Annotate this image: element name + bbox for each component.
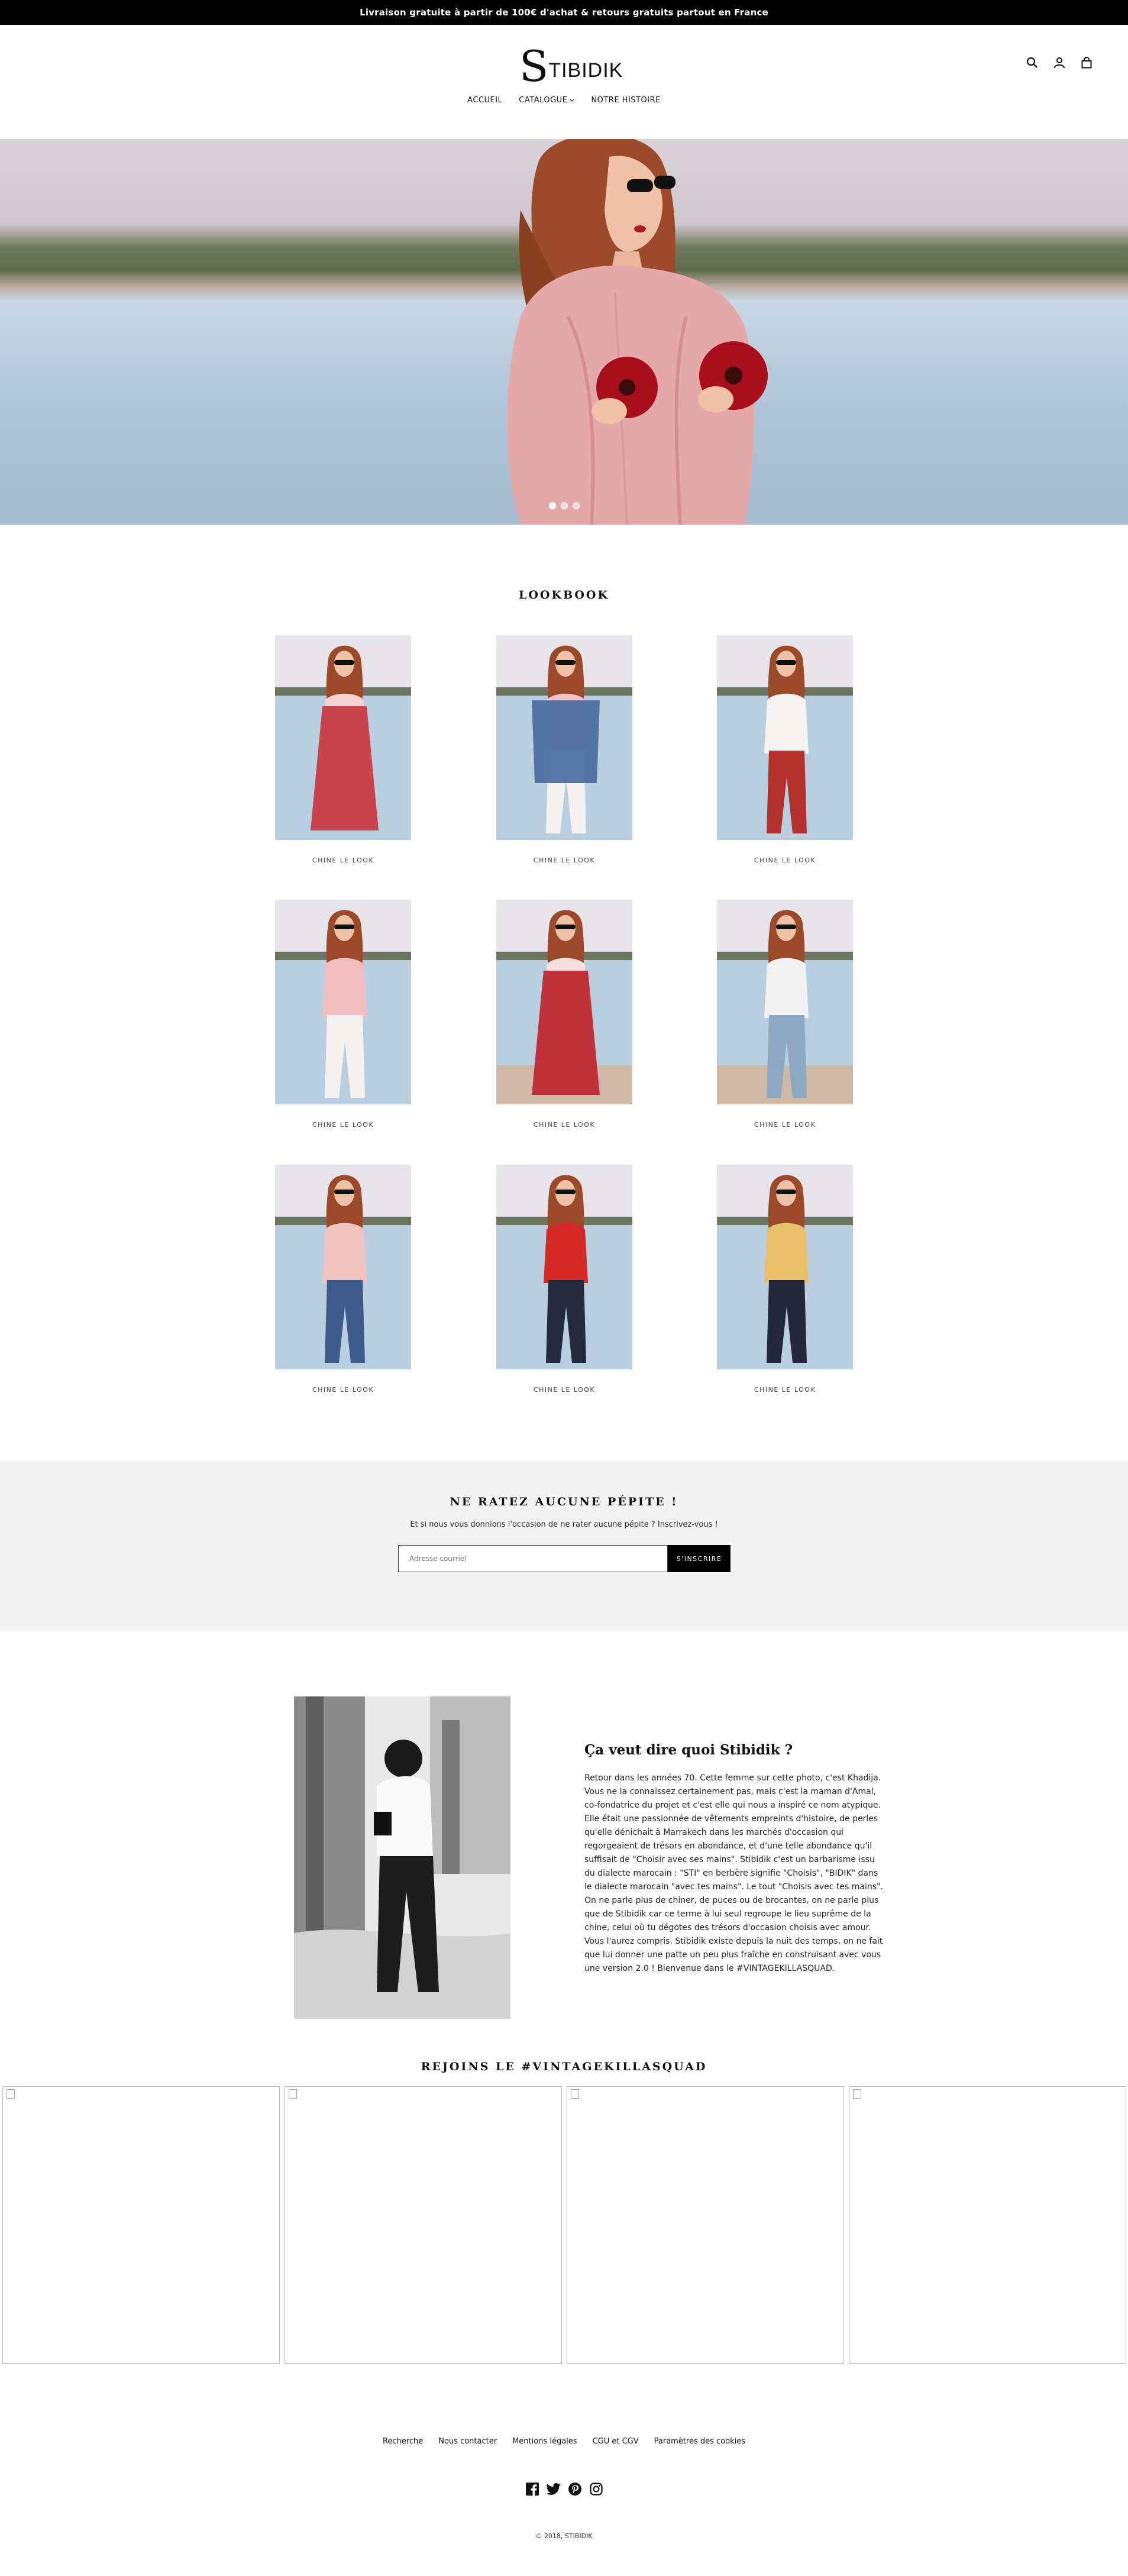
lookbook-image[interactable] — [496, 1165, 632, 1369]
lookbook-image[interactable] — [496, 635, 632, 840]
footer-links: Recherche Nous contacter Mentions légale… — [0, 2437, 1128, 2446]
about-photo — [294, 1696, 510, 2019]
footer-link-mentions[interactable]: Mentions légales — [512, 2437, 577, 2446]
slide-dot[interactable] — [549, 502, 556, 509]
slide-dot[interactable] — [573, 502, 580, 509]
lookbook-caption[interactable]: CHINE LE LOOK — [717, 1121, 853, 1129]
announcement-bar: Livraison gratuite à partir de 100€ d'ac… — [0, 0, 1128, 25]
instagram-tile[interactable] — [285, 2086, 562, 2364]
nav-label: NOTRE HISTOIRE — [591, 96, 661, 105]
instagram-icon[interactable] — [589, 2482, 603, 2496]
lookbook-caption[interactable]: CHINE LE LOOK — [717, 1386, 853, 1394]
announcement-text: Livraison gratuite à partir de 100€ d'ac… — [360, 7, 768, 18]
facebook-icon[interactable] — [525, 2482, 539, 2496]
header-icons — [1024, 54, 1095, 71]
logo-text: TIBIDIK — [548, 59, 623, 82]
lookbook-item[interactable]: CHINE LE LOOK — [275, 635, 411, 864]
cart-icon[interactable] — [1078, 54, 1095, 71]
lookbook-caption[interactable]: CHINE LE LOOK — [496, 1386, 632, 1394]
lookbook-caption[interactable]: CHINE LE LOOK — [496, 1121, 632, 1129]
newsletter-subtitle: Et si nous vous donnions l'occasion de n… — [410, 1520, 718, 1529]
nav-item-catalogue[interactable]: CATALOGUE — [519, 96, 574, 105]
lookbook-caption[interactable]: CHINE LE LOOK — [717, 856, 853, 864]
lookbook-caption[interactable]: CHINE LE LOOK — [275, 1386, 411, 1394]
search-icon[interactable] — [1024, 54, 1040, 71]
instagram-tile[interactable] — [849, 2086, 1126, 2364]
newsletter-form: Adresse courriel S'INSCRIRE — [398, 1545, 731, 1572]
hero-image — [507, 139, 768, 525]
lookbook-image[interactable] — [717, 900, 853, 1104]
nav-label: ACCUEIL — [467, 96, 503, 105]
pinterest-icon[interactable] — [568, 2482, 582, 2496]
instagram-feed — [2, 2086, 1126, 2364]
logo[interactable]: S TIBIDIK — [519, 41, 622, 91]
about-title: Ça veut dire quoi Stibidik ? — [584, 1742, 793, 1758]
lookbook-item[interactable]: CHINE LE LOOK — [717, 1165, 853, 1394]
twitter-icon[interactable] — [546, 2482, 561, 2496]
footer-link-contact[interactable]: Nous contacter — [438, 2437, 497, 2446]
newsletter-section: NE RATEZ AUCUNE PÉPITE ! Et si nous vous… — [0, 1461, 1128, 1631]
lookbook-image[interactable] — [496, 900, 632, 1104]
instagram-tile[interactable] — [2, 2086, 280, 2364]
lookbook-caption[interactable]: CHINE LE LOOK — [275, 856, 411, 864]
nav-item-notre-histoire[interactable]: NOTRE HISTOIRE — [591, 96, 660, 105]
copyright: © 2018, STIBIDIK — [535, 2532, 593, 2540]
site-header: S TIBIDIK ACCUEIL CATALOGUE NOTRE HISTOI… — [0, 25, 1128, 139]
lookbook-title: LOOKBOOK — [518, 589, 609, 602]
slide-dot[interactable] — [561, 502, 568, 509]
nav-label: CATALOGUE — [519, 96, 568, 105]
broken-image-icon — [853, 2089, 861, 2099]
lookbook-item[interactable]: CHINE LE LOOK — [717, 635, 853, 864]
instagram-title: REJOINS LE #VINTAGEKILLASQUAD — [421, 2060, 707, 2073]
about-text: Retour dans les années 70. Cette femme s… — [584, 1773, 883, 1973]
logo-initial: S — [519, 41, 549, 91]
footer-link-cgu[interactable]: CGU et CGV — [593, 2437, 639, 2446]
lookbook-caption[interactable]: CHINE LE LOOK — [496, 856, 632, 864]
broken-image-icon — [571, 2089, 579, 2099]
main-nav: ACCUEIL CATALOGUE NOTRE HISTOIRE — [0, 96, 1128, 105]
lookbook-item[interactable]: CHINE LE LOOK — [275, 900, 411, 1129]
footer-link-recherche[interactable]: Recherche — [383, 2437, 423, 2446]
lookbook-caption[interactable]: CHINE LE LOOK — [275, 1121, 411, 1129]
lookbook-item[interactable]: CHINE LE LOOK — [496, 900, 632, 1129]
lookbook-item[interactable]: CHINE LE LOOK — [496, 1165, 632, 1394]
lookbook-image[interactable] — [275, 900, 411, 1104]
newsletter-title: NE RATEZ AUCUNE PÉPITE ! — [450, 1495, 678, 1508]
footer-link-cookies[interactable]: Paramètres des cookies — [654, 2437, 745, 2446]
lookbook-item[interactable]: CHINE LE LOOK — [496, 635, 632, 864]
social-links — [0, 2482, 1128, 2496]
chevron-down-icon — [570, 99, 574, 102]
lookbook-item[interactable]: CHINE LE LOOK — [275, 1165, 411, 1394]
lookbook-image[interactable] — [275, 635, 411, 840]
broken-image-icon — [7, 2089, 15, 2099]
lookbook-item[interactable]: CHINE LE LOOK — [717, 900, 853, 1129]
lookbook-image[interactable] — [717, 635, 853, 840]
email-field[interactable]: Adresse courriel — [398, 1545, 668, 1572]
email-placeholder: Adresse courriel — [409, 1554, 467, 1563]
hero-slideshow[interactable] — [0, 139, 1128, 525]
subscribe-button[interactable]: S'INSCRIRE — [668, 1545, 731, 1572]
nav-item-accueil[interactable]: ACCUEIL — [467, 96, 502, 105]
broken-image-icon — [289, 2089, 297, 2099]
lookbook-image[interactable] — [717, 1165, 853, 1369]
lookbook-image[interactable] — [275, 1165, 411, 1369]
slideshow-dots — [549, 502, 580, 509]
account-icon[interactable] — [1051, 54, 1068, 71]
instagram-tile[interactable] — [567, 2086, 844, 2364]
